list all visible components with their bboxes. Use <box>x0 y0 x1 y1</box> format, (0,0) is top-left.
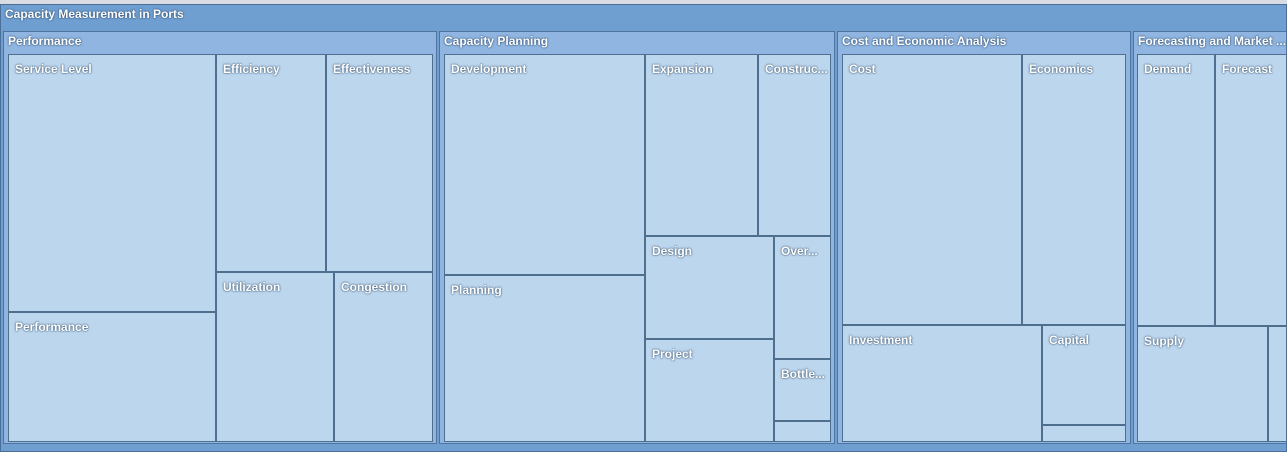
tile-expansion[interactable]: Expansion <box>645 54 758 236</box>
tile-unlabeled[interactable] <box>1268 326 1287 442</box>
tile-forecast[interactable]: Forecast <box>1215 54 1287 326</box>
tile-development[interactable]: Development <box>444 54 645 275</box>
tile-label: Utilization <box>223 280 281 294</box>
tile-construction[interactable]: Construc... <box>758 54 831 236</box>
tile-supply[interactable]: Supply <box>1137 326 1268 442</box>
tile-label: Capital <box>1049 333 1090 347</box>
group-label: Performance <box>8 34 82 48</box>
tile-congestion[interactable]: Congestion <box>334 272 433 442</box>
tile-label: Efficiency <box>223 62 280 76</box>
tile-utilization[interactable]: Utilization <box>216 272 334 442</box>
tile-investment[interactable]: Investment <box>842 325 1042 442</box>
tile-label: Congestion <box>341 280 407 294</box>
tile-label: Construc... <box>765 62 828 76</box>
tile-efficiency[interactable]: Efficiency <box>216 54 326 272</box>
group-label: Forecasting and Market ... <box>1138 34 1287 48</box>
chart-title: Capacity Measurement in Ports <box>5 7 184 21</box>
tile-planning[interactable]: Planning <box>444 275 645 442</box>
tile-label: Project <box>652 347 693 361</box>
tile-unlabeled[interactable] <box>1042 425 1126 442</box>
tile-label: Supply <box>1144 334 1185 348</box>
group-label: Cost and Economic Analysis <box>842 34 1007 48</box>
tile-design[interactable]: Design <box>645 236 774 339</box>
tile-label: Design <box>652 244 693 258</box>
tile-unlabeled[interactable] <box>774 421 831 442</box>
tile-label: Over... <box>781 244 818 258</box>
tile-label: Service Level <box>15 62 92 76</box>
tile-label: Investment <box>849 333 913 347</box>
tile-capital[interactable]: Capital <box>1042 325 1126 425</box>
tile-label: Planning <box>451 283 502 297</box>
tile-label: Cost <box>849 62 876 76</box>
tile-service-level[interactable]: Service Level <box>8 54 216 312</box>
group-label: Capacity Planning <box>444 34 549 48</box>
tile-label: Demand <box>1144 62 1192 76</box>
tile-project[interactable]: Project <box>645 339 774 442</box>
tile-label: Expansion <box>652 62 713 76</box>
tile-label: Economics <box>1029 62 1094 76</box>
tile-label: Forecast <box>1222 62 1273 76</box>
tile-label: Performance <box>15 320 89 334</box>
tile-cost[interactable]: Cost <box>842 54 1022 325</box>
tile-economics[interactable]: Economics <box>1022 54 1126 325</box>
tile-performance[interactable]: Performance <box>8 312 216 442</box>
tile-over[interactable]: Over... <box>774 236 831 359</box>
tile-label: Effectiveness <box>333 62 411 76</box>
tile-label: Development <box>451 62 527 76</box>
tile-effectiveness[interactable]: Effectiveness <box>326 54 433 272</box>
tile-bottleneck[interactable]: Bottle... <box>774 359 831 421</box>
tile-demand[interactable]: Demand <box>1137 54 1215 326</box>
tile-label: Bottle... <box>781 367 825 381</box>
